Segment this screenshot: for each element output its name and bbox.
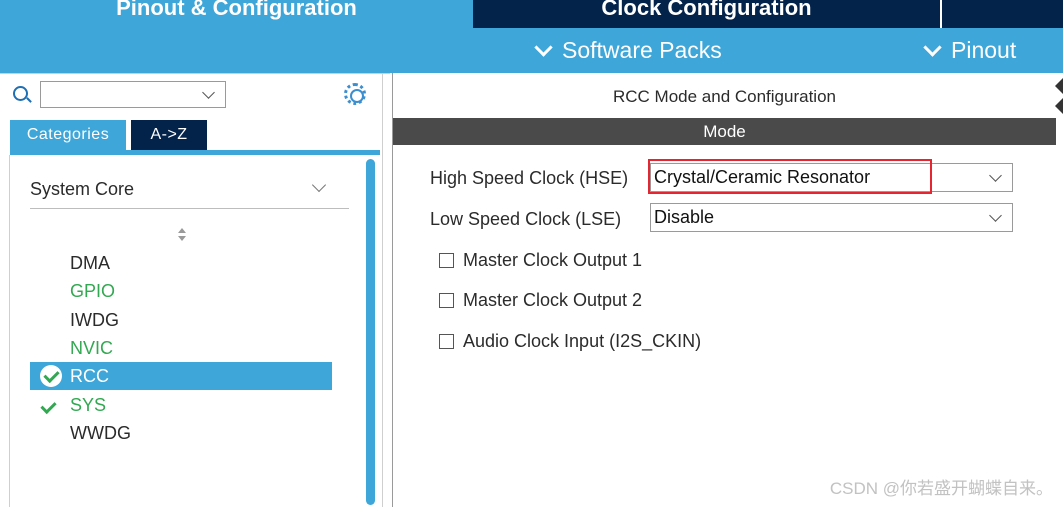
tab-pinout-configuration-label: Pinout & Configuration [116, 0, 357, 20]
collapse-arrow-icon[interactable] [1055, 78, 1063, 114]
sidebar-scrollbar[interactable] [366, 159, 375, 505]
chevron-down-icon[interactable] [202, 86, 215, 99]
tab-clock-configuration-label: Clock Configuration [601, 0, 812, 20]
rcc-config-panel: RCC Mode and Configuration Mode High Spe… [392, 73, 1063, 507]
list-item-sys[interactable]: SYS [30, 391, 332, 419]
sub-menu-bar: Software Packs Pinout [0, 28, 1063, 73]
category-tabs: Categories A->Z [10, 120, 207, 150]
lse-label: Low Speed Clock (LSE) [430, 209, 622, 229]
audio-clock-checkbox[interactable] [439, 334, 454, 349]
category-divider [30, 208, 349, 209]
list-item-nvic[interactable]: NVIC [30, 334, 332, 362]
list-item-dma[interactable]: DMA [30, 249, 332, 277]
list-item-label: WWDG [70, 422, 131, 443]
panel-separator [0, 73, 390, 74]
top-tab-bar: Pinout & Configuration Clock Configurati… [0, 0, 1063, 28]
categories-panel: Categories A->Z System Core DMA GPIO IWD… [0, 73, 390, 507]
tab-categories[interactable]: Categories [10, 120, 126, 150]
chevron-down-icon [989, 169, 1002, 182]
check-circle-icon [40, 365, 62, 387]
chevron-down-icon [923, 37, 942, 57]
chevron-down-icon [534, 37, 553, 57]
software-packs-menu[interactable]: Software Packs [534, 37, 722, 64]
mco1-label: Master Clock Output 1 [463, 250, 643, 270]
search-icon[interactable] [13, 86, 28, 101]
list-item-gpio[interactable]: GPIO [30, 277, 332, 305]
mco1-checkbox[interactable] [439, 253, 454, 268]
mco1-checkbox-row[interactable]: Master Clock Output 1 [439, 250, 642, 271]
tab-a-to-z-label: A->Z [150, 126, 188, 143]
mode-section-header: Mode [393, 118, 1056, 145]
list-item-label: GPIO [70, 280, 116, 301]
gear-icon[interactable] [344, 83, 366, 105]
panel-title: RCC Mode and Configuration [612, 87, 836, 106]
list-item-wwdg[interactable]: WWDG [30, 419, 332, 447]
tab-categories-label: Categories [26, 126, 110, 143]
hse-highlight-box [648, 159, 932, 194]
chevron-down-icon [989, 209, 1002, 222]
lse-select-value: Disable [654, 207, 715, 227]
pinout-menu-label: Pinout [951, 37, 1017, 63]
watermark: CSDN @你若盛开蝴蝶自来。 [829, 479, 1053, 498]
list-item-label: IWDG [70, 309, 119, 330]
software-packs-label: Software Packs [562, 37, 722, 63]
mode-section-label: Mode [703, 121, 746, 141]
list-item-label: DMA [70, 252, 110, 273]
audio-clock-checkbox-row[interactable]: Audio Clock Input (I2S_CKIN) [439, 331, 701, 352]
lse-select[interactable]: Disable [650, 203, 1013, 232]
hse-label: High Speed Clock (HSE) [430, 168, 629, 188]
list-item-label: NVIC [70, 337, 114, 358]
tab-pinout-configuration[interactable]: Pinout & Configuration [0, 0, 473, 28]
checkmark-icon [40, 397, 57, 415]
mco2-checkbox-row[interactable]: Master Clock Output 2 [439, 290, 642, 311]
search-input[interactable] [40, 81, 226, 108]
list-item-label: SYS [70, 394, 107, 415]
pinout-menu[interactable]: Pinout [923, 37, 1017, 64]
tab-clock-configuration[interactable]: Clock Configuration [473, 0, 940, 28]
mco2-label: Master Clock Output 2 [463, 290, 643, 310]
mco2-checkbox[interactable] [439, 293, 454, 308]
tab-a-to-z[interactable]: A->Z [131, 120, 207, 150]
list-item-iwdg[interactable]: IWDG [30, 306, 332, 334]
list-item-rcc[interactable]: RCC [30, 362, 332, 390]
list-item-label: RCC [70, 365, 109, 386]
category-system-core[interactable]: System Core [30, 179, 134, 200]
audio-clock-label: Audio Clock Input (I2S_CKIN) [463, 331, 702, 351]
tab-tools[interactable] [940, 0, 1063, 28]
sort-icon[interactable] [177, 228, 187, 242]
